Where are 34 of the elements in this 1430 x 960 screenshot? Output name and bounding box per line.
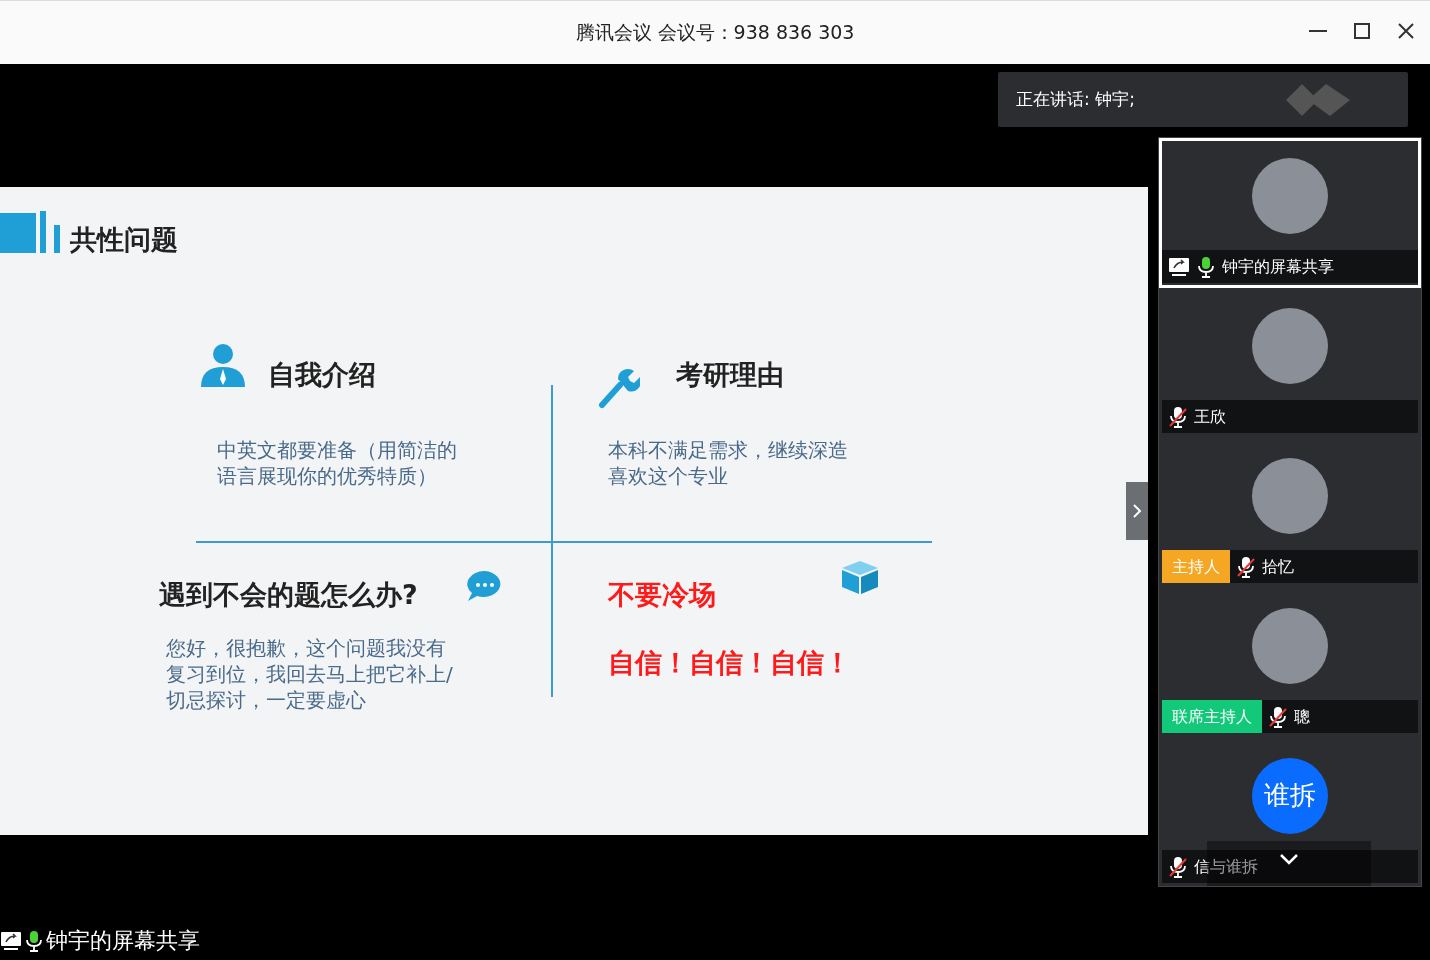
quadrant-text: 中英文都要准备（用简洁的 语言展现你的优秀特质） bbox=[217, 437, 457, 489]
person-icon bbox=[199, 343, 247, 387]
chevron-down-icon bbox=[1279, 853, 1299, 865]
quadrant-heading: 考研理由 bbox=[676, 358, 784, 392]
participant-name: 聰 bbox=[1294, 705, 1310, 728]
quadrant-text: 自信！自信！自信！ bbox=[608, 646, 851, 680]
share-label: 钟宇的屏幕共享 bbox=[46, 927, 200, 955]
participant-tile[interactable]: 联席主持人 聰 bbox=[1159, 588, 1421, 738]
participant-name: 拾忆 bbox=[1262, 555, 1294, 578]
role-badge: 联席主持人 bbox=[1162, 700, 1262, 733]
cube-icon bbox=[840, 559, 880, 595]
title-bars-icon bbox=[0, 211, 62, 253]
participant-name: 王欣 bbox=[1194, 405, 1226, 428]
logo-icon bbox=[1284, 82, 1352, 118]
participant-tile[interactable]: 钟宇的屏幕共享 bbox=[1159, 138, 1421, 288]
quadrant-text: 本科不满足需求，继续深造 喜欢这个专业 bbox=[608, 437, 848, 489]
quadrant-text: 您好，很抱歉，这个问题我没有 复习到位，我回去马上把它补上/ 切忌探讨，一定要虚心 bbox=[166, 635, 453, 713]
slide-title: 共性问题 bbox=[70, 226, 178, 253]
participant-tile[interactable]: 主持人 拾忆 bbox=[1159, 438, 1421, 588]
chevron-right-icon bbox=[1132, 503, 1142, 519]
close-icon[interactable] bbox=[1396, 21, 1416, 41]
speaker-label: 正在讲话: 钟宇; bbox=[1016, 87, 1135, 111]
participant-name: 钟宇的屏幕共享 bbox=[1222, 255, 1334, 278]
quadrant-heading: 不要冷场 bbox=[608, 578, 716, 612]
role-badge: 主持人 bbox=[1162, 550, 1230, 583]
quadrant-heading: 自我介绍 bbox=[268, 358, 376, 392]
participant-name: 信与谁拆 bbox=[1194, 855, 1258, 878]
avatar-initials: 谁拆 bbox=[1252, 757, 1328, 834]
collapse-tab[interactable] bbox=[1126, 482, 1148, 540]
window-title: 腾讯会议 会议号：938 836 303 bbox=[575, 20, 855, 46]
participant-tile[interactable]: 谁拆 信与谁拆 bbox=[1159, 738, 1421, 888]
maximize-icon[interactable] bbox=[1352, 21, 1372, 41]
quadrant-heading: 遇到不会的题怎么办? bbox=[159, 578, 418, 612]
participant-tile[interactable]: 王欣 bbox=[1159, 288, 1421, 438]
